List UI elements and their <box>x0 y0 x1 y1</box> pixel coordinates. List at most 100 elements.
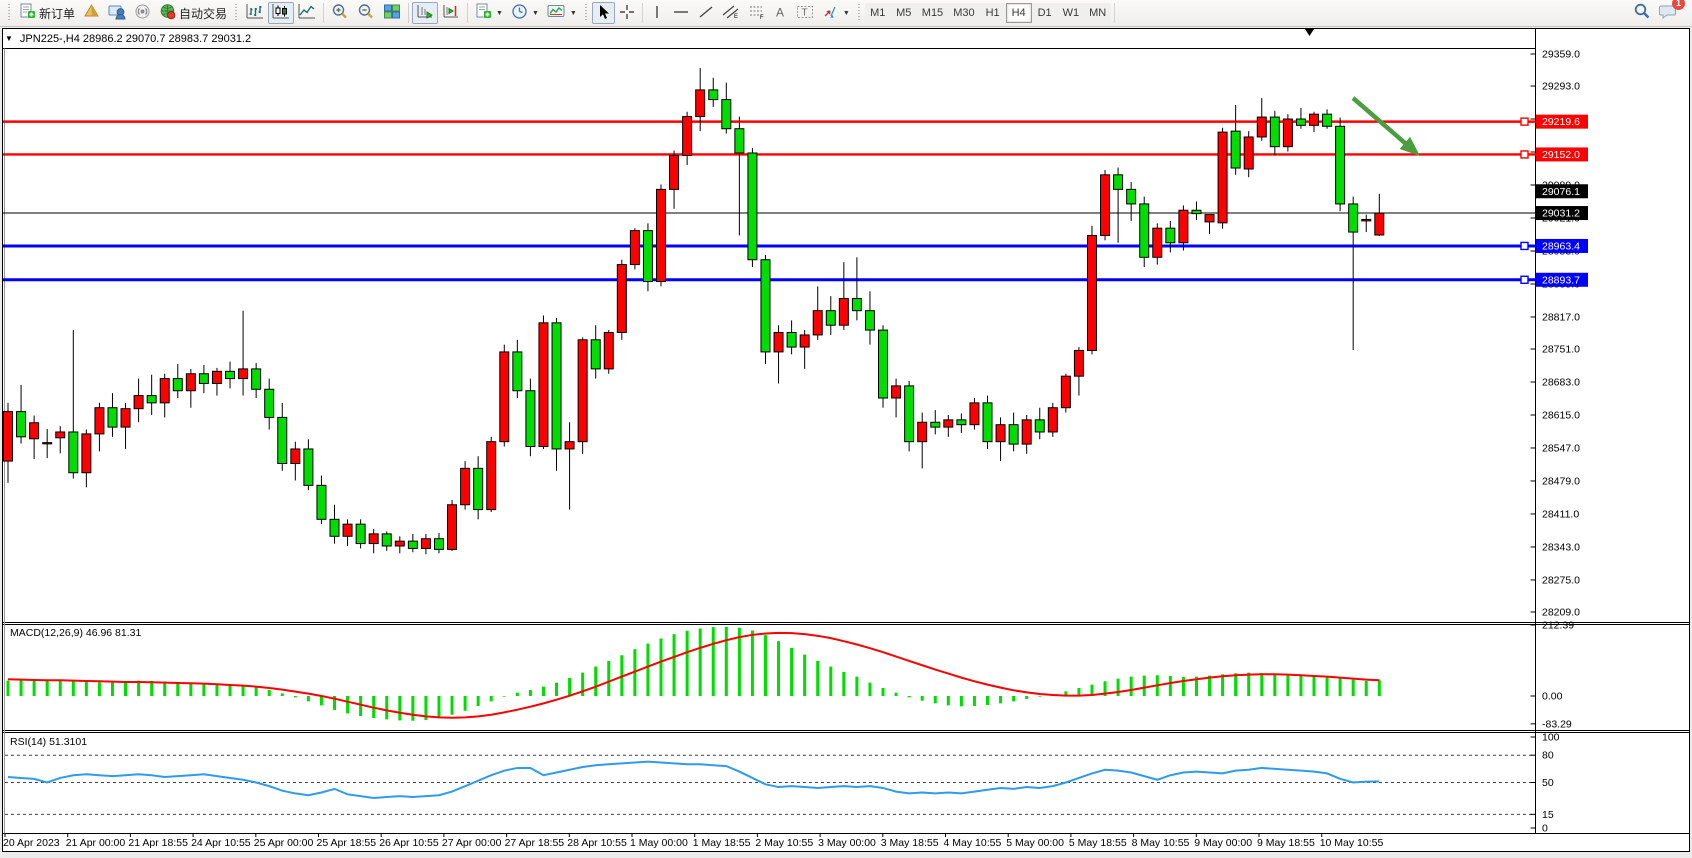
chart-title: JPN225-,H4 28986.2 29070.7 28983.7 29031… <box>20 33 251 45</box>
gold-cone-icon <box>83 3 100 23</box>
svg-text:1 May 18:55: 1 May 18:55 <box>693 837 751 849</box>
bar-chart-button[interactable] <box>242 2 268 24</box>
fibonacci-button[interactable]: F <box>744 2 770 24</box>
crosshair-button[interactable] <box>615 2 639 24</box>
horizontal-line-button[interactable] <box>668 2 694 24</box>
macd-indicator-label: MACD(12,26,9) 46.96 81.31 <box>10 627 141 639</box>
chart-title-bar[interactable]: ▼ JPN225-,H4 28986.2 29070.7 28983.7 290… <box>5 30 251 47</box>
timeframe-m5-button[interactable]: M5 <box>891 3 917 23</box>
svg-text:21 Apr 18:55: 21 Apr 18:55 <box>128 837 188 849</box>
timeframe-mn-button[interactable]: MN <box>1084 3 1111 23</box>
profiles-button[interactable] <box>79 2 104 24</box>
svg-text:2 May 10:55: 2 May 10:55 <box>755 837 813 849</box>
auto-trading-label: 自动交易 <box>179 5 227 22</box>
vertical-line-button[interactable] <box>646 2 668 24</box>
svg-text:0.00: 0.00 <box>1542 691 1563 703</box>
auto-trading-button[interactable]: 自动交易 <box>155 2 231 24</box>
new-order-dropdown-button[interactable]: ▼ <box>471 2 507 24</box>
equidistant-channel-button[interactable]: E <box>718 2 744 24</box>
toolbar: 新订单 自动交易 <box>0 0 1692 27</box>
bar-chart-icon <box>246 3 264 23</box>
vertical-line-icon <box>650 4 664 23</box>
crosshair-icon <box>619 4 635 23</box>
svg-text:5 May 00:00: 5 May 00:00 <box>1006 837 1064 849</box>
timeframe-d1-button[interactable]: D1 <box>1032 3 1058 23</box>
toolbar-grip <box>7 4 12 22</box>
svg-text:24 Apr 10:55: 24 Apr 10:55 <box>191 837 251 849</box>
svg-text:28893.7: 28893.7 <box>1542 274 1580 286</box>
svg-text:29076.1: 29076.1 <box>1542 186 1580 198</box>
text-button[interactable]: A <box>770 2 792 24</box>
svg-text:27 Apr 18:55: 27 Apr 18:55 <box>505 837 565 849</box>
zoom-in-icon <box>331 3 349 23</box>
tile-windows-button[interactable] <box>379 2 405 24</box>
svg-text:21 Apr 00:00: 21 Apr 00:00 <box>66 837 126 849</box>
indicators-button[interactable]: ▼ <box>543 2 581 24</box>
svg-text:15: 15 <box>1542 809 1554 821</box>
notifications-button[interactable]: 1 <box>1659 2 1678 25</box>
toolbar-grip <box>857 4 862 22</box>
svg-text:29152.0: 29152.0 <box>1542 149 1580 161</box>
svg-text:27 Apr 00:00: 27 Apr 00:00 <box>442 837 502 849</box>
zoom-out-button[interactable] <box>353 2 379 24</box>
new-order-label: 新订单 <box>39 5 75 22</box>
chart-canvas[interactable]: 29359.029293.029225.029157.029089.029021… <box>2 28 1690 852</box>
chevron-down-icon: ▼ <box>532 10 539 17</box>
fibonacci-icon: F <box>748 4 766 23</box>
svg-text:0: 0 <box>1542 823 1548 835</box>
line-chart-icon <box>298 3 316 23</box>
search-icon[interactable] <box>1633 2 1651 25</box>
svg-text:3 May 00:00: 3 May 00:00 <box>818 837 876 849</box>
auto-scroll-button[interactable] <box>412 2 438 24</box>
text-label-button[interactable]: T <box>792 2 818 24</box>
cursor-button[interactable] <box>592 2 615 24</box>
timeframe-h4-button[interactable]: H4 <box>1006 3 1032 23</box>
svg-text:50: 50 <box>1542 777 1554 789</box>
svg-text:E: E <box>734 14 738 20</box>
candlestick-chart-icon <box>272 3 290 23</box>
svg-text:28963.4: 28963.4 <box>1542 240 1580 252</box>
auto-trading-globe-icon <box>159 3 176 23</box>
timeframe-w1-button[interactable]: W1 <box>1058 3 1085 23</box>
terminal-button[interactable] <box>104 2 130 24</box>
channel-icon: E <box>722 4 740 23</box>
candlestick-chart-button[interactable] <box>268 2 294 24</box>
svg-text:20 Apr 2023: 20 Apr 2023 <box>3 837 60 849</box>
svg-text:29293.0: 29293.0 <box>1542 81 1580 93</box>
zoom-in-button[interactable] <box>327 2 353 24</box>
svg-text:1 May 00:00: 1 May 00:00 <box>630 837 688 849</box>
svg-text:F: F <box>760 15 764 20</box>
svg-text:4 May 10:55: 4 May 10:55 <box>944 837 1002 849</box>
svg-text:28751.0: 28751.0 <box>1542 344 1580 356</box>
indicators-icon <box>547 3 566 23</box>
svg-text:T: T <box>801 7 807 18</box>
toolbar-grip <box>234 4 239 22</box>
collapse-triangle-icon[interactable]: ▼ <box>5 34 13 43</box>
new-order-button[interactable]: 新订单 <box>15 2 79 24</box>
period-clock-button[interactable]: ▼ <box>507 2 543 24</box>
timeframe-m30-button[interactable]: M30 <box>948 3 979 23</box>
svg-text:212.39: 212.39 <box>1542 619 1574 631</box>
shapes-button[interactable]: ▼ <box>818 2 854 24</box>
horizontal-line-icon <box>672 4 690 23</box>
svg-text:25 Apr 00:00: 25 Apr 00:00 <box>254 837 314 849</box>
svg-text:28547.0: 28547.0 <box>1542 442 1580 454</box>
chart-shift-button[interactable] <box>438 2 464 24</box>
line-chart-button[interactable] <box>294 2 320 24</box>
svg-text:80: 80 <box>1542 750 1554 762</box>
svg-text:28 Apr 10:55: 28 Apr 10:55 <box>567 837 627 849</box>
trendline-icon <box>698 4 714 23</box>
broadcast-button[interactable] <box>130 2 155 24</box>
svg-text:25 Apr 18:55: 25 Apr 18:55 <box>317 837 377 849</box>
chevron-down-icon: ▼ <box>843 10 850 17</box>
shapes-arrows-icon <box>822 4 839 23</box>
timeframe-m15-button[interactable]: M15 <box>917 3 948 23</box>
rsi-indicator-label: RSI(14) 51.3101 <box>10 736 87 748</box>
zoom-out-icon <box>357 3 375 23</box>
svg-text:28411.0: 28411.0 <box>1542 508 1579 520</box>
svg-text:A: A <box>776 5 784 19</box>
timeframe-h1-button[interactable]: H1 <box>980 3 1006 23</box>
timeframe-m1-button[interactable]: M1 <box>865 3 891 23</box>
svg-text:29359.0: 29359.0 <box>1542 49 1580 61</box>
trendline-button[interactable] <box>694 2 718 24</box>
